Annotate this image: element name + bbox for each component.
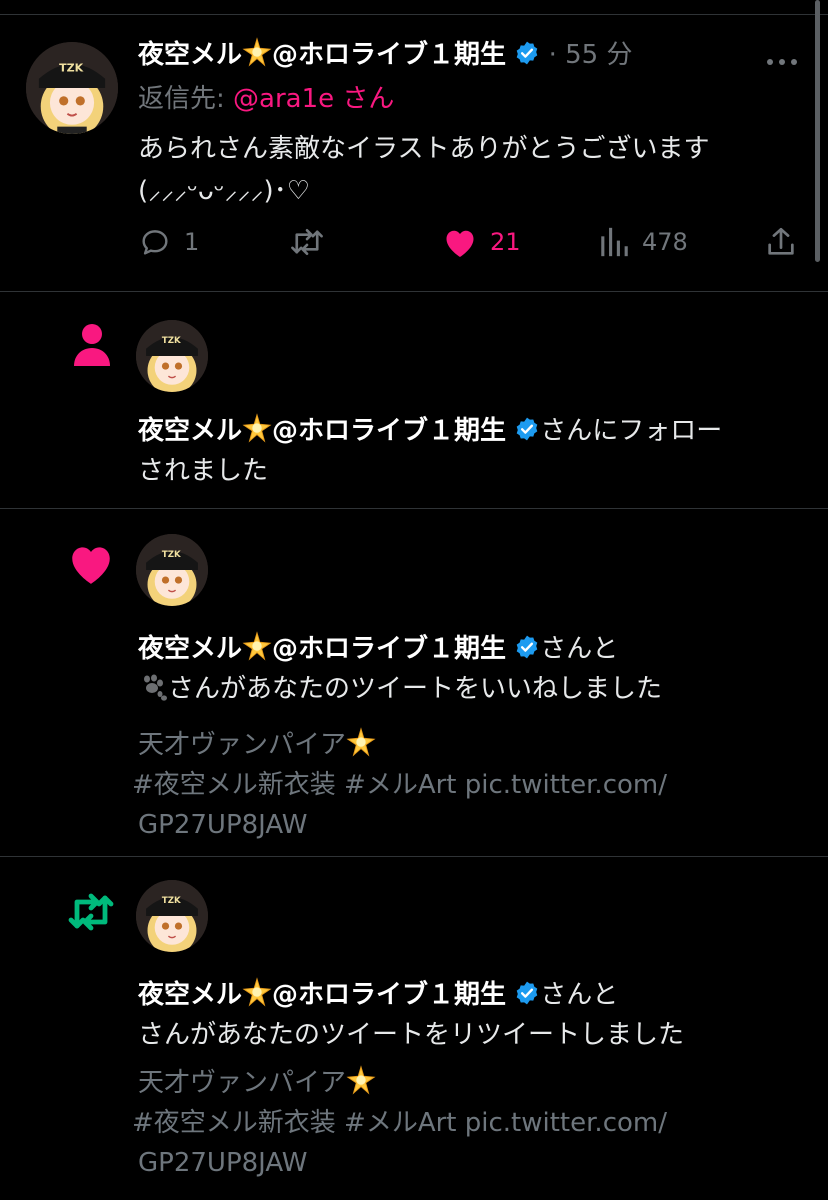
display-name[interactable]: 夜空メル bbox=[138, 40, 242, 70]
divider bbox=[0, 508, 828, 509]
retweet-icon bbox=[64, 890, 118, 934]
tweet-preview-line-3: GP27UP8JAW bbox=[138, 1148, 308, 1178]
divider bbox=[0, 856, 828, 857]
verified-badge-icon bbox=[514, 415, 540, 441]
reply-to-san: さん bbox=[342, 84, 395, 114]
glowing-star-icon bbox=[346, 727, 376, 757]
retweet-icon bbox=[288, 225, 326, 259]
like-count: 21 bbox=[490, 228, 521, 256]
comment-count: 1 bbox=[184, 228, 200, 256]
display-name[interactable]: 夜空メル bbox=[138, 980, 242, 1010]
display-name[interactable]: 夜空メル bbox=[138, 416, 242, 446]
verified-badge-icon bbox=[514, 979, 540, 1005]
glowing-star-icon bbox=[346, 1065, 376, 1095]
tweet-preview-line-1[interactable]: 天才ヴァンパイア bbox=[138, 1064, 376, 1102]
glowing-star-icon bbox=[242, 977, 272, 1007]
views-icon bbox=[598, 225, 630, 259]
notification-text: さんと bbox=[540, 980, 619, 1010]
verified-badge-icon bbox=[514, 39, 540, 65]
share-icon bbox=[764, 225, 798, 259]
paw-prints-icon bbox=[138, 673, 168, 701]
svg-text:TZK: TZK bbox=[162, 550, 181, 560]
name-suffix: @ホロライブ１期生 bbox=[272, 416, 507, 446]
name-suffix: @ホロライブ１期生 bbox=[272, 40, 507, 70]
notification-text-line-2: さんがあなたのツイートをリツイートしました bbox=[138, 1020, 685, 1050]
heart-icon bbox=[442, 225, 478, 259]
glowing-star-icon bbox=[242, 631, 272, 661]
redacted-avatar[interactable] bbox=[218, 880, 290, 952]
notification-text-line-2: されました bbox=[138, 456, 269, 486]
avatar[interactable]: TZK bbox=[136, 880, 208, 952]
reply-header: 夜空メル @ホロライブ１期生 · 55 分 bbox=[138, 36, 632, 74]
glowing-star-icon bbox=[242, 37, 272, 67]
notification-text: さんがあなたのツイートをいいねしました bbox=[168, 674, 663, 704]
tweet-preview-line-1[interactable]: 天才ヴァンパイア bbox=[138, 726, 376, 764]
name-suffix: @ホロライブ１期生 bbox=[272, 980, 507, 1010]
tweet-preview-line-2: #夜空メル新衣装 #メルArt pic.twitter.com/ bbox=[132, 1108, 667, 1138]
svg-text:TZK: TZK bbox=[162, 896, 181, 906]
comment-button[interactable]: 1 bbox=[138, 225, 199, 259]
tweet-preview-line-3: GP27UP8JAW bbox=[138, 810, 308, 840]
scrollbar[interactable] bbox=[815, 0, 820, 262]
display-name[interactable]: 夜空メル bbox=[138, 634, 242, 664]
avatar[interactable]: TZK bbox=[136, 320, 208, 392]
person-icon bbox=[72, 322, 112, 366]
more-dots-icon[interactable] bbox=[766, 52, 798, 65]
reply-to-line: 返信先: @ara1e さん bbox=[138, 80, 394, 118]
svg-text:TZK: TZK bbox=[59, 61, 84, 74]
retweet-button[interactable] bbox=[288, 225, 338, 259]
notification-text-line-1: 夜空メル @ホロライブ１期生 さんと bbox=[138, 976, 618, 1014]
notification-text-line-1: 夜空メル @ホロライブ１期生 さんと bbox=[138, 630, 618, 668]
tweet-body-line-1: あられさん素敵なイラストありがとうございます bbox=[138, 134, 710, 164]
tweet-preview-line-2: #夜空メル新衣装 #メルArt pic.twitter.com/ bbox=[132, 770, 667, 800]
share-button[interactable] bbox=[764, 225, 798, 259]
avatar[interactable]: TZK bbox=[26, 42, 118, 134]
comment-icon bbox=[138, 225, 172, 259]
heart-icon bbox=[66, 540, 116, 586]
notification-text-line-1: 夜空メル @ホロライブ１期生 さんにフォロー bbox=[138, 412, 722, 450]
reply-to-handle[interactable]: @ara1e bbox=[233, 84, 334, 114]
glowing-star-icon bbox=[242, 413, 272, 443]
avatar[interactable]: TZK bbox=[136, 534, 208, 606]
verified-badge-icon bbox=[514, 633, 540, 659]
name-suffix: @ホロライブ１期生 bbox=[272, 634, 507, 664]
tweet-preview-text: 天才ヴァンパイア bbox=[138, 1068, 347, 1098]
tweet-preview-text: 天才ヴァンパイア bbox=[138, 730, 347, 760]
redacted-avatar[interactable] bbox=[218, 534, 290, 606]
notification-text-line-2: さんがあなたのツイートをいいねしました bbox=[138, 670, 662, 708]
like-button[interactable]: 21 bbox=[442, 225, 521, 259]
notification-text: さんと bbox=[540, 634, 619, 664]
views-button[interactable]: 478 bbox=[598, 225, 688, 259]
tweet-body-line-2: (⸝⸝⸝ᵕᴗᵕ⸝⸝⸝)･♡ bbox=[138, 176, 311, 206]
notification-text: さんにフォロー bbox=[540, 416, 723, 446]
svg-text:TZK: TZK bbox=[162, 336, 181, 346]
tweet-time[interactable]: · 55 分 bbox=[549, 40, 633, 70]
reply-to-label: 返信先: bbox=[138, 84, 225, 114]
divider bbox=[0, 291, 828, 292]
top-divider bbox=[0, 14, 828, 15]
views-count: 478 bbox=[642, 228, 688, 256]
